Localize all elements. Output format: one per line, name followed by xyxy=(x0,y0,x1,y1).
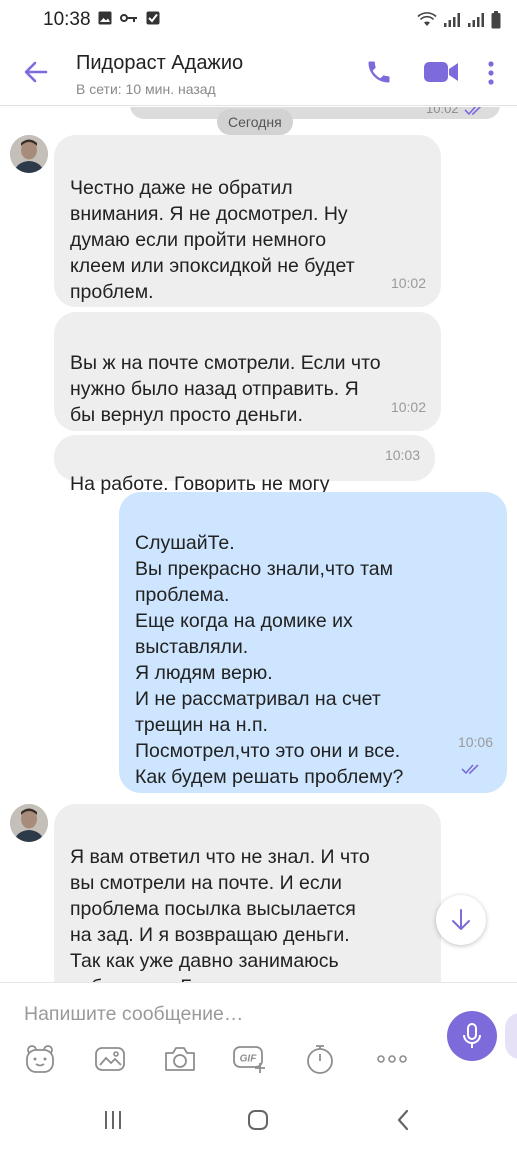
recent-apps-button[interactable] xyxy=(98,1108,128,1132)
more-vertical-icon xyxy=(488,61,494,85)
message-text: Я вам ответил что не знал. И что вы смот… xyxy=(70,846,379,982)
gif-button[interactable]: GIF xyxy=(232,1041,268,1077)
timer-button[interactable] xyxy=(302,1041,338,1077)
avatar[interactable] xyxy=(10,804,48,842)
arrow-down-icon xyxy=(452,909,470,930)
vpn-key-icon xyxy=(120,14,137,22)
avatar[interactable] xyxy=(10,135,48,173)
outgoing-message[interactable]: СлушайТе. Вы прекрасно знали,что там про… xyxy=(119,492,507,793)
scroll-to-bottom-button[interactable] xyxy=(436,895,486,945)
status-time: 10:38 xyxy=(43,9,91,30)
gallery-button[interactable] xyxy=(92,1041,128,1077)
home-icon xyxy=(248,1110,268,1130)
system-icons xyxy=(417,11,501,29)
recent-apps-icon xyxy=(105,1111,121,1129)
sticker-icon xyxy=(26,1045,54,1073)
chat-header: Пидораст Адажио В сети: 10 мин. назад xyxy=(0,38,517,106)
svg-text:GIF: GIF xyxy=(240,1054,258,1065)
voice-call-button[interactable] xyxy=(365,58,393,86)
read-checks-icon xyxy=(461,764,479,775)
status-bar: 10:38 xyxy=(0,0,517,38)
message-time: 10:02 xyxy=(426,107,484,116)
arrow-left-icon xyxy=(24,61,48,83)
chevron-left-icon xyxy=(397,1109,409,1131)
back-nav-button[interactable] xyxy=(388,1108,418,1132)
message-time-text: 10:02 xyxy=(426,107,459,116)
message-time: 10:02 xyxy=(390,275,426,291)
signal-icon xyxy=(444,13,460,27)
system-navigation-bar xyxy=(0,1090,517,1150)
avatar-photo-icon xyxy=(10,804,48,842)
incoming-message[interactable]: Вы ж на почте смотрели. Если что нужно б… xyxy=(54,312,441,431)
message-text: Вы ж на почте смотрели. Если что нужно б… xyxy=(70,352,381,426)
gif-icon: GIF xyxy=(233,1046,265,1073)
more-horizontal-icon xyxy=(377,1055,407,1063)
avatar-photo-icon xyxy=(10,135,48,173)
incoming-message[interactable]: Я вам ответил что не знал. И что вы смот… xyxy=(54,804,441,982)
message-list[interactable]: 10:02 Сегодня Честно даже не обратил вни… xyxy=(0,107,517,982)
composer-toolbar: GIF xyxy=(0,1041,430,1077)
date-separator: Сегодня xyxy=(217,109,293,135)
contact-last-seen: В сети: 10 мин. назад xyxy=(76,81,216,97)
gallery-icon xyxy=(95,1047,125,1071)
incoming-message[interactable]: На работе. Говорить не могу 10:03 xyxy=(54,435,435,495)
attachment-button-edge[interactable] xyxy=(505,1013,517,1059)
message-time: 10:02 xyxy=(390,399,426,415)
gallery-icon xyxy=(98,11,112,25)
phone-icon xyxy=(368,61,390,83)
voice-message-button[interactable] xyxy=(447,1011,497,1061)
message-text: СлушайТе. Вы прекрасно знали,что там про… xyxy=(135,532,404,788)
message-time-text: 10:06 xyxy=(457,734,493,750)
battery-icon xyxy=(491,11,501,29)
back-button[interactable] xyxy=(20,56,52,88)
camera-icon xyxy=(165,1047,195,1071)
camera-button[interactable] xyxy=(162,1041,198,1077)
message-input[interactable] xyxy=(24,999,424,1029)
checkbox-icon xyxy=(146,11,160,25)
contact-name[interactable]: Пидораст Адажио xyxy=(76,52,243,75)
more-tools-button[interactable] xyxy=(374,1041,410,1077)
read-checks-icon xyxy=(464,107,481,115)
video-camera-icon xyxy=(424,62,458,82)
timer-icon xyxy=(307,1045,333,1074)
home-button[interactable] xyxy=(243,1108,273,1132)
sticker-button[interactable] xyxy=(22,1041,58,1077)
message-composer: GIF xyxy=(0,982,517,1090)
message-time: 10:06 xyxy=(458,703,493,781)
message-time: 10:03 xyxy=(384,447,420,463)
wifi-icon xyxy=(417,12,437,26)
message-text: Честно даже не обратил внимания. Я не до… xyxy=(70,177,355,303)
incoming-message[interactable]: Честно даже не обратил внимания. Я не до… xyxy=(54,135,441,307)
video-call-button[interactable] xyxy=(423,60,459,84)
notification-icons xyxy=(98,11,160,25)
more-options-button[interactable] xyxy=(483,58,499,88)
signal-icon xyxy=(468,13,484,27)
microphone-icon xyxy=(463,1023,481,1048)
